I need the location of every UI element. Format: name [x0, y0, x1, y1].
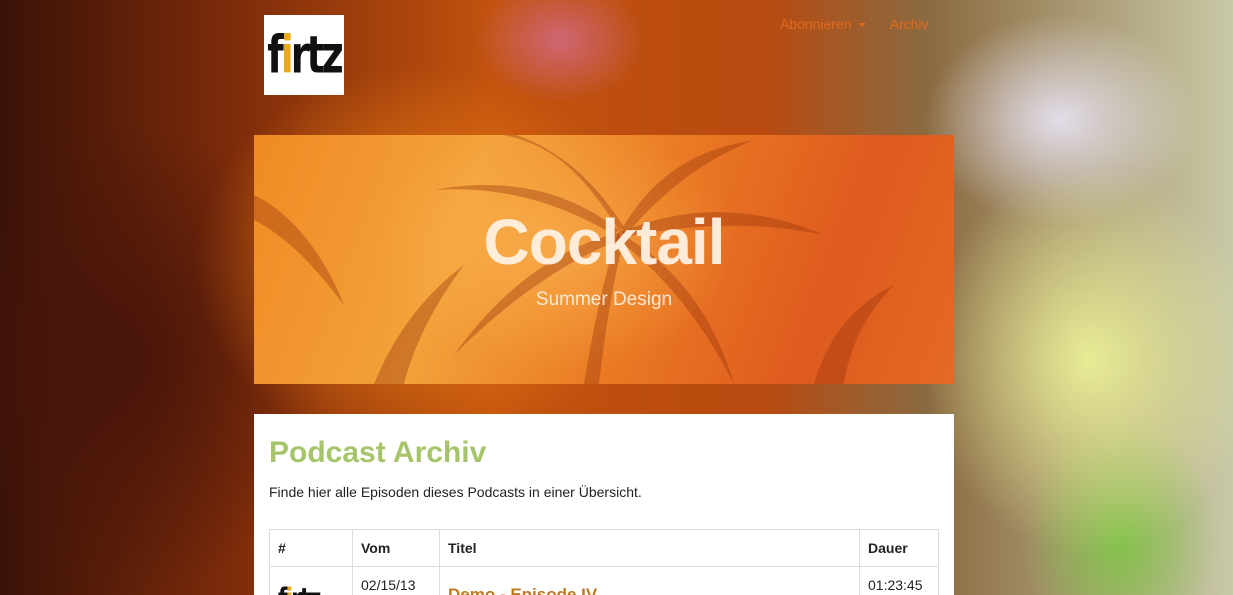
page-description: Finde hier alle Episoden dieses Podcasts…: [269, 484, 642, 500]
nav-item-label: Abonnieren: [780, 16, 852, 32]
episode-date: 02/15/13: [352, 566, 440, 595]
logo-wordmark: firtz: [267, 25, 344, 85]
column-header-duration: Dauer: [859, 529, 939, 567]
episode-title-link[interactable]: Demo - Episode IV: [448, 585, 597, 595]
column-header-title: Titel: [439, 529, 860, 567]
nav-item-abonnieren[interactable]: Abonnieren: [780, 16, 866, 32]
episode-table: # Vom Titel Dauer firtz 02/15/13 Demo - …: [269, 529, 939, 595]
nav-item-label: Archiv: [889, 16, 929, 32]
page-title: Podcast Archiv: [269, 436, 487, 469]
column-header-number: #: [269, 529, 353, 567]
episode-thumbnail[interactable]: firtz: [269, 566, 353, 595]
page: firtz Abonnieren Archiv Cocktail Summer …: [0, 0, 1233, 595]
table-row[interactable]: firtz 02/15/13 Demo - Episode IV 01:23:4…: [269, 566, 939, 595]
episode-duration: 01:23:45: [859, 566, 939, 595]
firtz-logo-thumbnail-icon: firtz: [278, 583, 321, 595]
top-nav: Abonnieren Archiv: [780, 16, 929, 32]
main-content: Podcast Archiv Finde hier alle Episoden …: [254, 414, 954, 595]
hero-subtitle: Summer Design: [535, 289, 673, 310]
episode-title-cell: Demo - Episode IV: [439, 566, 860, 595]
nav-item-archiv[interactable]: Archiv: [890, 16, 929, 32]
hero-banner: Cocktail Summer Design: [254, 135, 954, 384]
table-header-row: # Vom Titel Dauer: [269, 529, 939, 567]
chevron-down-icon: [857, 23, 866, 28]
hero-title: Cocktail: [483, 206, 726, 278]
site-logo[interactable]: firtz: [264, 15, 344, 95]
column-header-date: Vom: [352, 529, 440, 567]
